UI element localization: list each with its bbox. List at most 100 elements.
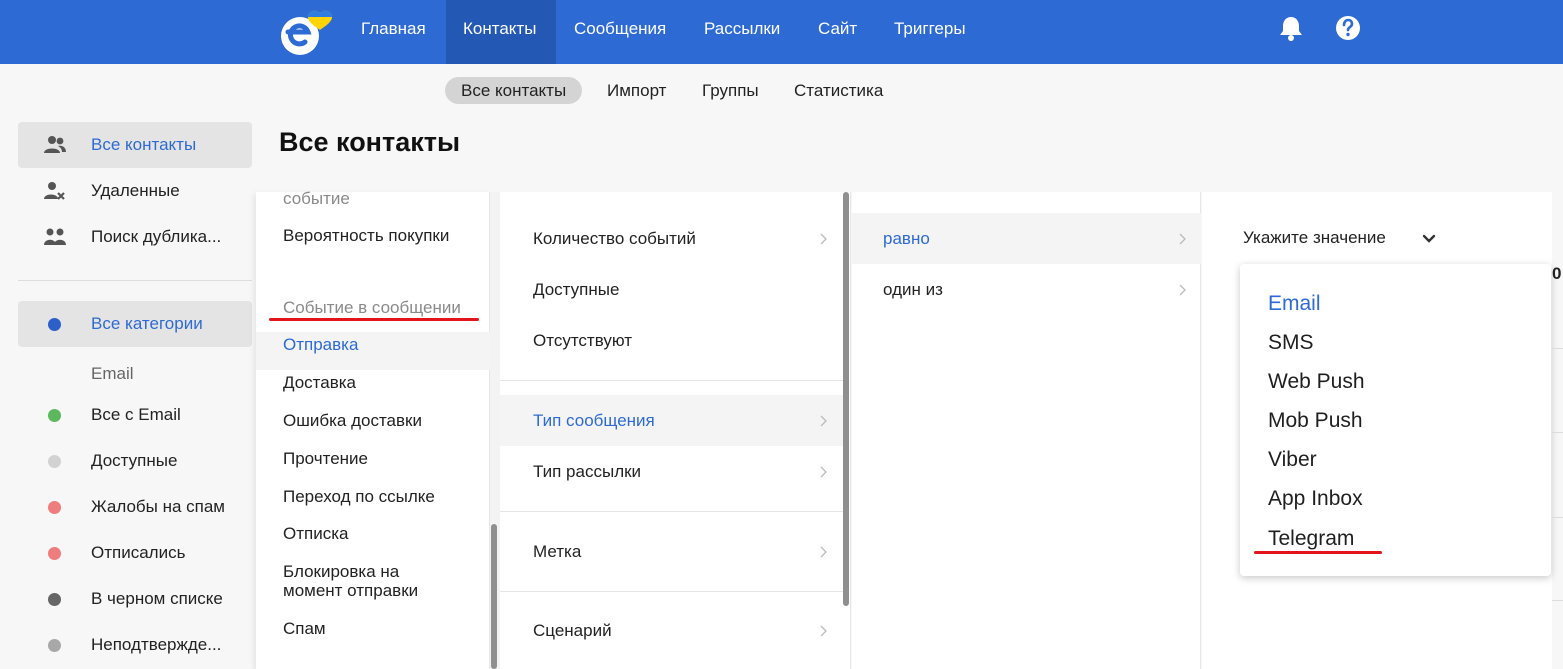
annotation-underline (269, 318, 479, 321)
sidebar-item-label: Жалобы на спам (91, 497, 225, 516)
value-options-list: Email SMS Web Push Mob Push Viber App In… (1240, 264, 1551, 576)
sidebar-item-label: Все категории (91, 314, 203, 333)
divider (1552, 348, 1563, 349)
nav-home[interactable]: Главная (361, 0, 426, 64)
help-icon[interactable] (1335, 14, 1361, 42)
bell-icon[interactable] (1278, 14, 1304, 42)
sidebar-category-unconfirmed[interactable]: Неподтвержде... (18, 622, 252, 668)
top-navbar: Главная Контакты Сообщения Рассылки Сайт… (0, 0, 1563, 64)
divider (1552, 432, 1563, 433)
sidebar-item-label: Доступные (91, 451, 178, 470)
nav-contacts[interactable]: Контакты (446, 0, 556, 64)
parameter-menu: Количество событий Доступные Отсутствуют… (500, 192, 851, 669)
page-title: Все контакты (279, 127, 461, 157)
option-sms[interactable]: SMS (1268, 330, 1314, 356)
event-link-click[interactable]: Переход по ссылке (283, 487, 435, 506)
sidebar-item-label: Удаленные (91, 181, 180, 200)
divider (1552, 517, 1563, 518)
sidebar-category-blacklist[interactable]: В черном списке (18, 576, 252, 622)
sidebar-item-label: Отписались (91, 543, 186, 562)
status-dot (48, 318, 61, 331)
nav-messages[interactable]: Сообщения (574, 0, 666, 64)
sidebar-item-all-contacts[interactable]: Все контакты (18, 122, 252, 168)
sidebar-item-label: Неподтвержде... (91, 635, 222, 654)
sidebar-subheading: Email (91, 364, 134, 383)
operator-equals[interactable]: равно (852, 213, 1201, 264)
sidebar-item-label: Поиск дублика... (91, 227, 222, 246)
param-available[interactable]: Доступные (500, 264, 845, 315)
subtab-all-contacts[interactable]: Все контакты (445, 77, 583, 104)
status-dot (48, 409, 61, 422)
param-label: Тип рассылки (533, 462, 642, 481)
param-message-type[interactable]: Тип сообщения (500, 395, 845, 446)
duplicates-icon (44, 228, 66, 245)
option-web-push[interactable]: Web Push (1268, 369, 1365, 395)
sidebar-item-label: В черном списке (91, 589, 223, 608)
param-label: Сценарий (533, 621, 612, 640)
param-scenario[interactable]: Сценарий (500, 605, 845, 656)
event-send[interactable]: Отправка (283, 335, 358, 354)
nav-site[interactable]: Сайт (818, 0, 857, 64)
event-purchase-probability[interactable]: Вероятность покупки (283, 226, 449, 245)
chevron-down-icon[interactable] (1422, 234, 1436, 243)
chevron-right-icon (820, 415, 827, 427)
sidebar-item-duplicates[interactable]: Поиск дублика... (18, 214, 252, 260)
value-select[interactable]: Укажите значение (1243, 226, 1386, 250)
status-dot (48, 501, 61, 514)
divider (500, 380, 845, 381)
scrollbar-thumb[interactable] (491, 524, 497, 669)
logo-icon[interactable] (278, 8, 342, 56)
sidebar-category-available[interactable]: Доступные (18, 438, 252, 484)
subtab-groups[interactable]: Группы (686, 77, 775, 104)
event-spam[interactable]: Спам (283, 619, 326, 638)
sidebar-category-all[interactable]: Все категории (18, 301, 252, 347)
option-mob-push[interactable]: Mob Push (1268, 408, 1363, 434)
option-telegram[interactable]: Telegram (1268, 526, 1354, 552)
event-read[interactable]: Прочтение (283, 449, 368, 468)
event-delivery-error[interactable]: Ошибка доставки (283, 411, 422, 430)
nav-mailings[interactable]: Рассылки (704, 0, 780, 64)
user-remove-icon (44, 182, 65, 200)
clipped-text: 0 (1552, 264, 1562, 283)
param-tag[interactable]: Метка (500, 526, 845, 577)
status-dot (48, 547, 61, 560)
status-dot (48, 593, 61, 606)
param-mailing-type[interactable]: Тип рассылки (500, 446, 845, 497)
subtab-statistics[interactable]: Статистика (778, 77, 899, 104)
sidebar-category-unsubscribed[interactable]: Отписались (18, 530, 252, 576)
status-dot (48, 455, 61, 468)
event-unsubscribe[interactable]: Отписка (283, 524, 348, 543)
param-missing[interactable]: Отсутствуют (500, 315, 845, 366)
option-app-inbox[interactable]: App Inbox (1268, 486, 1363, 512)
chevron-right-icon (820, 625, 827, 637)
scrollbar-thumb[interactable] (843, 192, 849, 606)
operator-label: один из (883, 280, 943, 299)
event-delivery[interactable]: Доставка (283, 373, 356, 392)
sidebar-item-deleted[interactable]: Удаленные (18, 168, 252, 214)
nav-triggers[interactable]: Триггеры (894, 0, 966, 64)
param-label: Тип сообщения (533, 411, 655, 430)
sidebar-item-label: Все контакты (91, 135, 197, 154)
event-blocking[interactable]: Блокировка на момент отправки (283, 562, 463, 600)
subtab-import[interactable]: Импорт (591, 77, 682, 104)
status-dot (48, 639, 61, 652)
divider (500, 511, 845, 512)
sidebar-divider (18, 280, 252, 281)
event-menu: событие Вероятность покупки Событие в со… (256, 189, 490, 669)
option-email[interactable]: Email (1268, 291, 1321, 317)
event-group-header: Событие в сообщении (283, 298, 461, 317)
divider (1552, 600, 1563, 601)
operator-one-of[interactable]: один из (852, 264, 1201, 315)
chevron-right-icon (1179, 284, 1186, 296)
operator-label: равно (883, 229, 930, 248)
sidebar-category-spam[interactable]: Жалобы на спам (18, 484, 252, 530)
users-icon (44, 136, 66, 153)
chevron-right-icon (820, 466, 827, 478)
param-label: Отсутствуют (533, 331, 633, 350)
chevron-right-icon (820, 546, 827, 558)
option-viber[interactable]: Viber (1268, 447, 1317, 473)
param-label: Количество событий (533, 229, 696, 248)
sidebar-category-with-email[interactable]: Все с Email (18, 392, 252, 438)
chevron-right-icon (820, 233, 827, 245)
param-event-count[interactable]: Количество событий (500, 213, 845, 264)
